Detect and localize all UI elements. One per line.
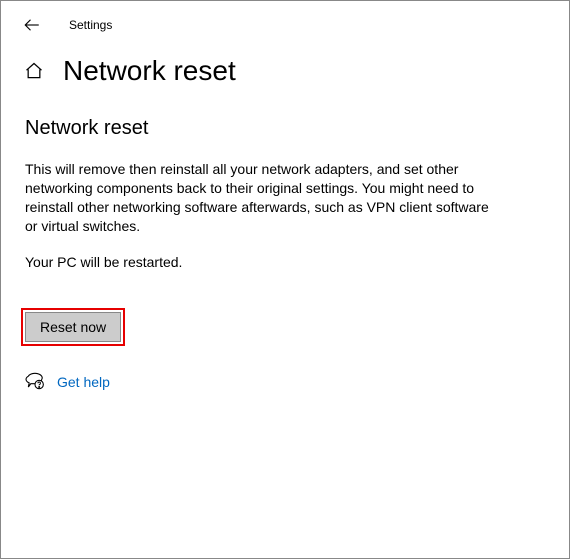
description-text: This will remove then reinstall all your… <box>25 160 497 236</box>
back-icon[interactable] <box>23 16 41 34</box>
page-title: Network reset <box>63 55 236 87</box>
page-header: Network reset <box>1 49 569 87</box>
content-area: Network reset This will remove then rein… <box>1 117 521 392</box>
restart-note: Your PC will be restarted. <box>25 254 497 270</box>
get-help-link[interactable]: Get help <box>57 374 110 390</box>
app-title: Settings <box>69 18 112 32</box>
titlebar: Settings <box>1 1 569 49</box>
reset-button-highlight: Reset now <box>21 308 125 346</box>
section-heading: Network reset <box>25 117 497 140</box>
home-icon[interactable] <box>23 60 45 82</box>
reset-now-button[interactable]: Reset now <box>25 312 121 342</box>
chat-help-icon <box>25 372 45 392</box>
help-row: Get help <box>25 372 497 392</box>
